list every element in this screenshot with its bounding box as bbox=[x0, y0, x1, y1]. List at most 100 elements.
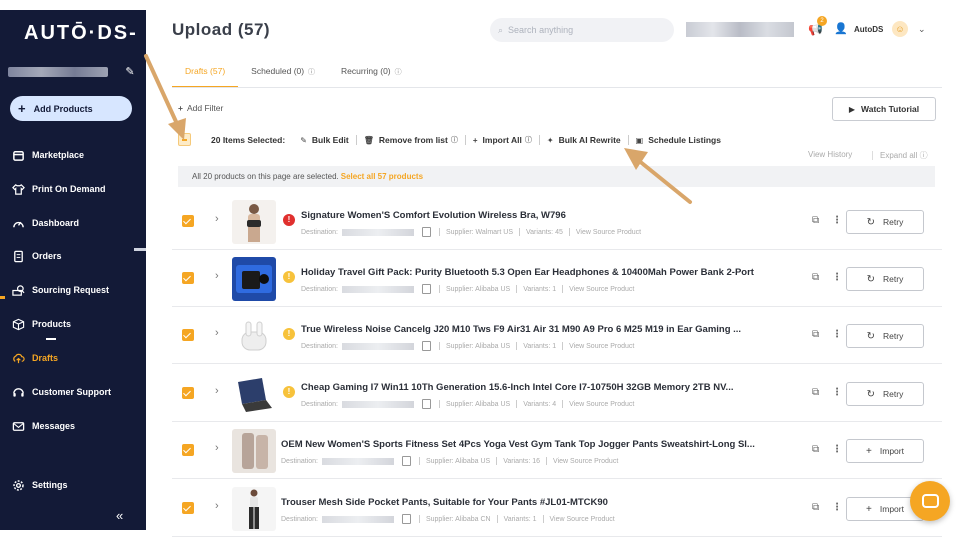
help-icon[interactable]: ⓘ bbox=[451, 135, 458, 145]
product-thumbnail[interactable] bbox=[232, 487, 276, 531]
view-history-link[interactable]: View History bbox=[808, 150, 852, 159]
warning-status-icon[interactable]: ! bbox=[283, 328, 295, 340]
retry-button[interactable]: ↻ Retry bbox=[846, 210, 924, 234]
document-icon[interactable] bbox=[421, 284, 431, 294]
tab-scheduled[interactable]: Scheduled (0) ⓘ bbox=[238, 62, 328, 88]
sidebar-item-settings[interactable]: Settings bbox=[12, 476, 68, 494]
more-options-icon[interactable]: ⋮ bbox=[832, 329, 842, 340]
remove-from-list-button[interactable]: 🗑 Remove from list ⓘ bbox=[364, 135, 458, 145]
view-source-link[interactable]: View Source Product bbox=[569, 286, 634, 293]
chevron-right-icon[interactable]: › bbox=[215, 270, 219, 282]
collapse-sidebar-icon[interactable]: « bbox=[116, 508, 123, 523]
row-checkbox[interactable] bbox=[182, 329, 194, 341]
row-checkbox[interactable] bbox=[182, 502, 194, 514]
chevron-right-icon[interactable]: › bbox=[215, 442, 219, 454]
sidebar-item-drafts[interactable]: Drafts bbox=[12, 349, 58, 367]
help-icon[interactable]: ⓘ bbox=[393, 69, 402, 76]
external-link-icon[interactable]: ⧉ bbox=[812, 502, 819, 513]
chevron-down-icon[interactable]: ⌄ bbox=[918, 24, 926, 35]
product-meta: Destination: Supplier: Alibaba US Variants… bbox=[301, 341, 634, 351]
plus-icon: + bbox=[472, 135, 478, 145]
retry-button[interactable]: ↻ Retry bbox=[846, 324, 924, 348]
import-button[interactable]: + Import bbox=[846, 439, 924, 463]
retry-button[interactable]: ↻ Retry bbox=[846, 267, 924, 291]
document-icon[interactable] bbox=[421, 341, 431, 351]
help-icon[interactable]: ⓘ bbox=[920, 151, 928, 160]
avatar[interactable]: ☺ bbox=[892, 21, 908, 37]
chevron-right-icon[interactable]: › bbox=[215, 327, 219, 339]
view-source-link[interactable]: View Source Product bbox=[553, 458, 618, 465]
pencil-icon[interactable]: ✎ bbox=[124, 66, 136, 78]
warning-status-icon[interactable]: ! bbox=[283, 386, 295, 398]
row-checkbox[interactable] bbox=[182, 215, 194, 227]
watch-tutorial-button[interactable]: ▶ Watch Tutorial bbox=[832, 97, 936, 121]
chevron-right-icon[interactable]: › bbox=[215, 500, 219, 512]
more-options-icon[interactable]: ⋮ bbox=[832, 272, 842, 283]
store-selector[interactable]: ✎ bbox=[8, 64, 136, 80]
search-icon: ⌕ bbox=[498, 24, 504, 35]
document-icon[interactable] bbox=[401, 514, 411, 524]
more-options-icon[interactable]: ⋮ bbox=[832, 215, 842, 226]
more-options-icon[interactable]: ⋮ bbox=[832, 387, 842, 398]
external-link-icon[interactable]: ⧉ bbox=[812, 215, 819, 226]
product-thumbnail[interactable] bbox=[232, 372, 276, 416]
user-name[interactable]: AutoDS bbox=[854, 25, 883, 34]
divider bbox=[438, 400, 440, 408]
more-options-icon[interactable]: ⋮ bbox=[832, 502, 842, 513]
chevron-right-icon[interactable]: › bbox=[215, 385, 219, 397]
select-all-products-link[interactable]: Select all 57 products bbox=[341, 172, 423, 181]
product-title[interactable]: Trouser Mesh Side Pocket Pants, Suitable… bbox=[281, 497, 800, 508]
expand-all-link[interactable]: Expand all ⓘ bbox=[880, 150, 928, 161]
external-link-icon[interactable]: ⧉ bbox=[812, 329, 819, 340]
sidebar-item-print-on-demand[interactable]: Print On Demand bbox=[12, 180, 106, 198]
sidebar-item-orders[interactable]: Orders bbox=[12, 247, 62, 265]
product-title[interactable]: Cheap Gaming I7 Win11 10Th Generation 15… bbox=[301, 382, 800, 393]
bulk-ai-rewrite-button[interactable]: ✦ Bulk AI Rewrite bbox=[547, 135, 621, 145]
view-source-link[interactable]: View Source Product bbox=[576, 229, 641, 236]
product-title[interactable]: Signature Women'S Comfort Evolution Wire… bbox=[301, 210, 800, 221]
external-link-icon[interactable]: ⧉ bbox=[812, 444, 819, 455]
view-source-link[interactable]: View Source Product bbox=[569, 343, 634, 350]
product-thumbnail[interactable] bbox=[232, 314, 276, 358]
sidebar-item-sourcing-request[interactable]: Sourcing Request bbox=[12, 281, 109, 299]
row-checkbox[interactable] bbox=[182, 444, 194, 456]
chat-support-button[interactable] bbox=[910, 481, 950, 521]
document-icon[interactable] bbox=[421, 399, 431, 409]
document-icon[interactable] bbox=[421, 227, 431, 237]
error-status-icon[interactable]: ! bbox=[283, 214, 295, 226]
autods-logo[interactable]: AUTŌ·DS- bbox=[24, 22, 138, 45]
product-title[interactable]: True Wireless Noise Cancelg J20 M10 Tws … bbox=[301, 324, 800, 335]
sidebar-item-products[interactable]: Products bbox=[12, 315, 71, 333]
search-input[interactable]: ⌕ Search anything bbox=[490, 18, 674, 42]
divider bbox=[562, 342, 564, 350]
sidebar-item-dashboard[interactable]: Dashboard bbox=[12, 214, 79, 232]
chevron-right-icon[interactable]: › bbox=[215, 213, 219, 225]
sidebar-item-label: Print On Demand bbox=[32, 184, 106, 194]
sidebar-item-marketplace[interactable]: Marketplace bbox=[12, 146, 84, 164]
add-products-button[interactable]: + Add Products bbox=[10, 96, 132, 121]
product-title[interactable]: OEM New Women'S Sports Fitness Set 4Pcs … bbox=[281, 439, 800, 450]
product-thumbnail[interactable] bbox=[232, 429, 276, 473]
more-options-icon[interactable]: ⋮ bbox=[832, 444, 842, 455]
view-source-link[interactable]: View Source Product bbox=[550, 516, 615, 523]
external-link-icon[interactable]: ⧉ bbox=[812, 272, 819, 283]
destination-label: Destination: bbox=[301, 342, 338, 350]
import-all-button[interactable]: + Import All ⓘ bbox=[473, 135, 532, 145]
help-icon[interactable]: ⓘ bbox=[306, 69, 315, 76]
row-checkbox[interactable] bbox=[182, 272, 194, 284]
help-icon[interactable]: ⓘ bbox=[525, 135, 532, 145]
table-row: › OEM New Women'S Sports Fitness Set 4Pcs… bbox=[172, 423, 942, 479]
product-title[interactable]: Holiday Travel Gift Pack: Purity Bluetoo… bbox=[301, 267, 800, 278]
external-link-icon[interactable]: ⧉ bbox=[812, 387, 819, 398]
retry-button[interactable]: ↻ Retry bbox=[846, 382, 924, 406]
sidebar-item-customer-support[interactable]: Customer Support bbox=[12, 383, 111, 401]
warning-status-icon[interactable]: ! bbox=[283, 271, 295, 283]
view-source-link[interactable]: View Source Product bbox=[569, 401, 634, 408]
tab-recurring[interactable]: Recurring (0) ⓘ bbox=[328, 62, 415, 88]
document-icon[interactable] bbox=[401, 456, 411, 466]
sidebar-item-messages[interactable]: Messages bbox=[12, 417, 75, 435]
product-thumbnail[interactable] bbox=[232, 257, 276, 301]
row-checkbox[interactable] bbox=[182, 387, 194, 399]
product-thumbnail[interactable] bbox=[232, 200, 276, 244]
bulk-edit-button[interactable]: ✎ Bulk Edit bbox=[300, 135, 349, 145]
